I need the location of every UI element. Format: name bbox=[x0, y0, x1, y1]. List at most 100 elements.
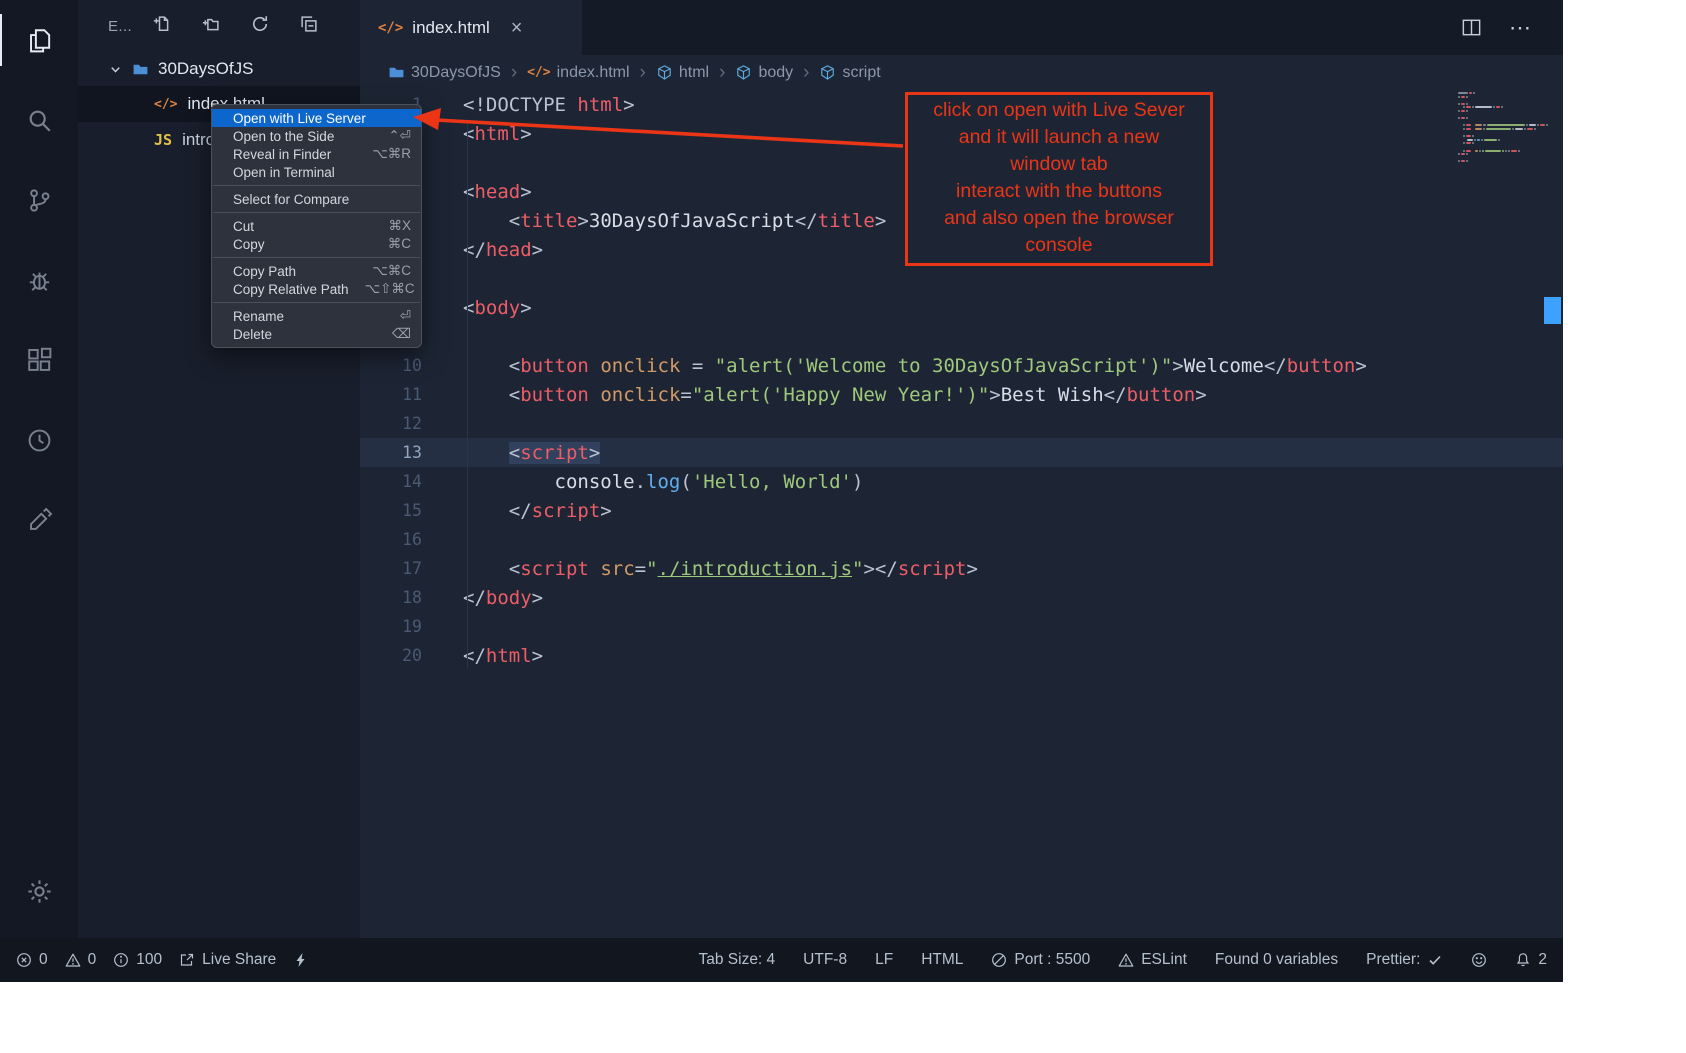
menu-item-copy-path[interactable]: Copy Path⌥⌘C bbox=[212, 262, 421, 280]
breadcrumb-item-body[interactable]: body bbox=[735, 64, 793, 82]
breadcrumb-label: script bbox=[842, 64, 880, 82]
menu-item-label: Select for Compare bbox=[233, 192, 395, 207]
menu-item-shortcut: ⌘C bbox=[388, 236, 411, 252]
line-number: 14 bbox=[360, 472, 422, 491]
new-folder-button[interactable] bbox=[201, 14, 221, 39]
activity-live-share[interactable] bbox=[0, 400, 78, 480]
menu-item-reveal-in-finder[interactable]: Reveal in Finder ⌥⌘R bbox=[212, 145, 421, 163]
menu-item-open-to-the-side[interactable]: Open to the Side⌃⏎ bbox=[212, 127, 421, 145]
breadcrumb-item-30daysofjs[interactable]: 30DaysOfJS bbox=[388, 64, 501, 82]
code-line-15[interactable]: 15 </script> bbox=[360, 496, 1563, 525]
code-line-16[interactable]: 16 bbox=[360, 525, 1563, 554]
split-editor-icon[interactable] bbox=[1460, 16, 1483, 39]
status-label: ESLint bbox=[1141, 951, 1187, 969]
activity-search[interactable] bbox=[0, 80, 78, 160]
settings-icon bbox=[25, 877, 54, 906]
menu-item-shortcut: ⌥⌘R bbox=[372, 146, 411, 162]
breadcrumb-separator-icon: › bbox=[640, 62, 646, 84]
menu-item-label: Reveal in Finder bbox=[233, 147, 356, 162]
menu-item-cut[interactable]: Cut⌘X bbox=[212, 217, 421, 235]
menu-item-copy-relative-path[interactable]: Copy Relative Path⌥⇧⌘C bbox=[212, 280, 421, 298]
status-prettier[interactable]: Prettier: bbox=[1366, 951, 1443, 969]
code-line-13[interactable]: 13 <script> bbox=[360, 438, 1563, 467]
minimap[interactable] bbox=[1458, 92, 1548, 164]
breadcrumb-item-script[interactable]: script bbox=[819, 64, 880, 82]
status-label: HTML bbox=[921, 951, 963, 969]
more-actions-icon[interactable]: ⋯ bbox=[1509, 15, 1532, 41]
scrollbar-marker[interactable] bbox=[1544, 297, 1561, 324]
collapse-all-button[interactable] bbox=[299, 14, 319, 39]
code-line-17[interactable]: 17 <script src="./introduction.js"></scr… bbox=[360, 554, 1563, 583]
code-line-18[interactable]: 18</body> bbox=[360, 583, 1563, 612]
breadcrumb-label: index.html bbox=[557, 64, 630, 82]
code-line-8[interactable]: 8<body> bbox=[360, 293, 1563, 322]
annotation-line: and it will launch a new bbox=[908, 124, 1210, 151]
activity-bar-items bbox=[0, 0, 78, 560]
status-warnings[interactable]: 0 bbox=[65, 951, 97, 969]
status-tab-size[interactable]: Tab Size: 4 bbox=[698, 951, 775, 969]
menu-separator bbox=[213, 302, 420, 303]
status-bolt[interactable] bbox=[293, 952, 309, 968]
breadcrumb-item-html[interactable]: html bbox=[656, 64, 709, 82]
menu-item-copy[interactable]: Copy⌘C bbox=[212, 235, 421, 253]
line-number: 12 bbox=[360, 414, 422, 433]
code-line-20[interactable]: 20</html> bbox=[360, 641, 1563, 670]
menu-item-delete[interactable]: Delete⌫ bbox=[212, 325, 421, 343]
breadcrumb: 30DaysOfJS›</>index.html›html›body›scrip… bbox=[360, 55, 1563, 90]
warning-icon bbox=[65, 952, 81, 968]
breadcrumb-label: 30DaysOfJS bbox=[411, 64, 501, 82]
status-label: 0 bbox=[39, 951, 48, 969]
menu-separator bbox=[213, 257, 420, 258]
refresh-button[interactable] bbox=[250, 14, 270, 39]
new-file-button[interactable] bbox=[152, 14, 172, 39]
status-info[interactable]: 100 bbox=[113, 951, 162, 969]
menu-item-open-with-live-server[interactable]: Open with Live Server bbox=[212, 109, 421, 127]
activity-source-control[interactable] bbox=[0, 160, 78, 240]
activity-settings[interactable] bbox=[0, 856, 78, 926]
activity-extensions[interactable] bbox=[0, 320, 78, 400]
code-line-12[interactable]: 12 bbox=[360, 409, 1563, 438]
close-tab-icon[interactable]: × bbox=[511, 18, 523, 38]
folder-row-30daysofjs[interactable]: 30DaysOfJS bbox=[78, 52, 360, 86]
menu-item-open-in-terminal[interactable]: Open in Terminal bbox=[212, 163, 421, 181]
status-label: Tab Size: 4 bbox=[698, 951, 775, 969]
menu-item-select-for-compare[interactable]: Select for Compare bbox=[212, 190, 421, 208]
status-notifications[interactable]: 2 bbox=[1515, 951, 1547, 969]
warning-icon bbox=[1118, 952, 1134, 968]
status-eslint[interactable]: ESLint bbox=[1118, 951, 1187, 969]
code-line-14[interactable]: 14 console.log('Hello, World') bbox=[360, 467, 1563, 496]
status-encoding[interactable]: UTF-8 bbox=[803, 951, 847, 969]
menu-item-label: Open in Terminal bbox=[233, 165, 395, 180]
status-errors[interactable]: 0 bbox=[16, 951, 48, 969]
menu-item-rename[interactable]: Rename⏎ bbox=[212, 307, 421, 325]
status-live-share[interactable]: Live Share bbox=[179, 951, 276, 969]
status-label: Found 0 variables bbox=[1215, 951, 1338, 969]
code-line-19[interactable]: 19 bbox=[360, 612, 1563, 641]
html-file-icon: </> bbox=[527, 65, 550, 80]
annotation-box: click on open with Live Severand it will… bbox=[905, 92, 1213, 266]
vscode-window: E... 30DaysOfJS </>index.htmlJSintroduct… bbox=[0, 0, 1563, 982]
status-language[interactable]: HTML bbox=[921, 951, 963, 969]
code-line-10[interactable]: 10 <button onclick = "alert('Welcome to … bbox=[360, 351, 1563, 380]
status-port[interactable]: Port : 5500 bbox=[991, 951, 1090, 969]
cube-icon bbox=[735, 64, 752, 81]
refresh-icon bbox=[250, 14, 270, 34]
annotation-line: click on open with Live Sever bbox=[908, 97, 1210, 124]
activity-feedback[interactable] bbox=[0, 480, 78, 560]
menu-item-label: Open with Live Server bbox=[233, 111, 395, 126]
cube-icon bbox=[656, 64, 673, 81]
activity-run-and-debug[interactable] bbox=[0, 240, 78, 320]
status-eol[interactable]: LF bbox=[875, 951, 893, 969]
code-line-11[interactable]: 11 <button onclick="alert('Happy New Yea… bbox=[360, 380, 1563, 409]
activity-explorer[interactable] bbox=[0, 0, 78, 80]
tab-index-html[interactable]: </> index.html × bbox=[360, 0, 582, 55]
breadcrumb-item-index-html[interactable]: </> index.html bbox=[527, 64, 629, 82]
status-variables[interactable]: Found 0 variables bbox=[1215, 951, 1338, 969]
code-line-9[interactable]: 9 bbox=[360, 322, 1563, 351]
collapse-all-icon bbox=[299, 14, 319, 34]
code-line-7[interactable]: 7 bbox=[360, 264, 1563, 293]
status-smiley[interactable] bbox=[1471, 952, 1487, 968]
annotation-line: and also open the browser bbox=[908, 205, 1210, 232]
status-label: 100 bbox=[136, 951, 162, 969]
code-text: <button onclick="alert('Happy New Year!'… bbox=[463, 384, 1207, 406]
